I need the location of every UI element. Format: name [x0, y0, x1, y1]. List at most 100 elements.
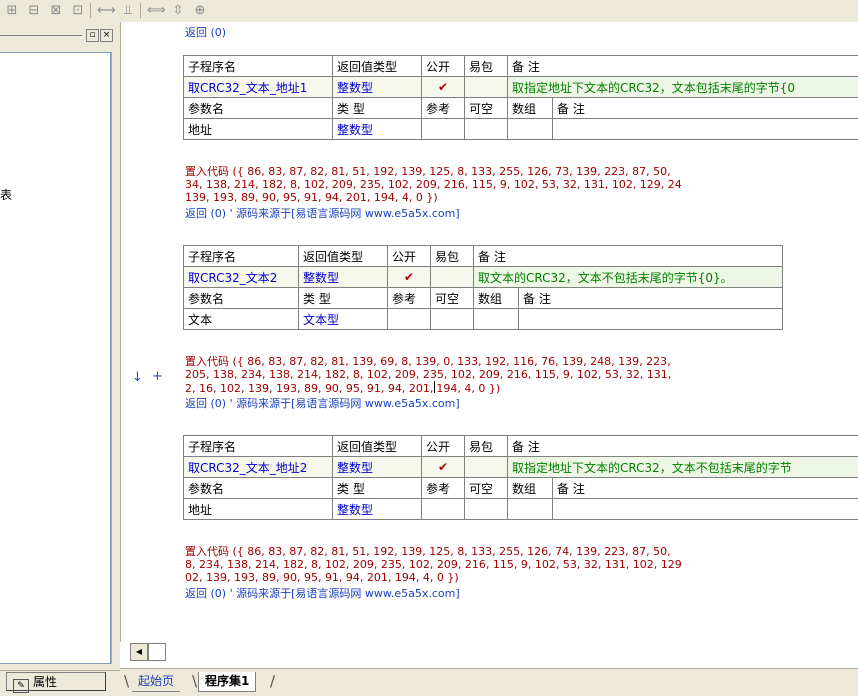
- panel-grip[interactable]: [0, 35, 82, 36]
- param-name-cell[interactable]: 文本: [184, 309, 299, 330]
- restore-icon[interactable]: ▫: [86, 29, 99, 42]
- align-left-icon[interactable]: ⊞: [2, 1, 22, 21]
- code-line[interactable]: 34, 138, 214, 182, 8, 102, 209, 235, 102…: [185, 178, 682, 191]
- code-editor[interactable]: 返回 (0) 子程序名 返回值类型 公开 易包 备 注 取CRC32_文本_地址…: [120, 22, 858, 642]
- note-cell[interactable]: 取指定地址下文本的CRC32，文本不包括末尾的字节: [508, 457, 858, 478]
- col-array: 数组: [508, 478, 553, 499]
- project-tree[interactable]: 表: [0, 52, 111, 664]
- col-ref: 参考: [422, 98, 465, 119]
- col-note: 备 注: [508, 56, 858, 77]
- align-mid-icon[interactable]: ⊡: [68, 1, 88, 21]
- public-check-icon[interactable]: ✔: [422, 457, 465, 478]
- nullable-cell[interactable]: [465, 119, 508, 140]
- subroutine-table[interactable]: 子程序名 返回值类型 公开 易包 备 注 取CRC32_文本2 整数型 ✔ 取文…: [183, 245, 783, 330]
- subroutine-table[interactable]: 子程序名 返回值类型 公开 易包 备 注 取CRC32_文本_地址1 整数型 ✔…: [183, 55, 858, 140]
- col-sub-name: 子程序名: [184, 246, 299, 267]
- code-line[interactable]: 置入代码 ({ 86, 83, 87, 82, 81, 139, 69, 8, …: [185, 355, 671, 368]
- ref-cell[interactable]: [388, 309, 431, 330]
- same-height-icon[interactable]: ⇳: [168, 1, 188, 21]
- array-cell[interactable]: [474, 309, 519, 330]
- col-ref: 参考: [422, 478, 465, 499]
- easy-cell[interactable]: [465, 77, 508, 98]
- public-check-icon[interactable]: ✔: [388, 267, 431, 288]
- properties-label: 属性: [33, 675, 57, 689]
- code-line[interactable]: 置入代码 ({ 86, 83, 87, 82, 81, 51, 192, 139…: [185, 165, 671, 178]
- same-width-icon[interactable]: ⟺: [146, 1, 166, 21]
- code-line[interactable]: 8, 234, 138, 214, 182, 8, 102, 209, 235,…: [185, 558, 682, 571]
- ref-cell[interactable]: [422, 499, 465, 520]
- param-note-cell[interactable]: [519, 309, 783, 330]
- code-fragment: 2, 16, 102, 139, 193, 89, 90, 95, 91, 94…: [185, 382, 433, 395]
- col-public: 公开: [422, 436, 465, 457]
- param-name-cell[interactable]: 地址: [184, 499, 333, 520]
- scroll-left-icon[interactable]: ◀: [130, 643, 148, 661]
- return-statement[interactable]: 返回 (0) ' 源码来源于[易语言源码网 www.e5a5x.com]: [185, 397, 460, 410]
- col-param-note: 备 注: [519, 288, 783, 309]
- same-size-icon[interactable]: ⊕: [190, 1, 210, 21]
- col-ret-type: 返回值类型: [333, 56, 422, 77]
- align-center-icon[interactable]: ⊟: [24, 1, 44, 21]
- ref-cell[interactable]: [422, 119, 465, 140]
- subroutine-table[interactable]: 子程序名 返回值类型 公开 易包 备 注 取CRC32_文本_地址2 整数型 ✔…: [183, 435, 858, 520]
- param-type-cell[interactable]: 文本型: [299, 309, 388, 330]
- param-name-cell[interactable]: 地址: [184, 119, 333, 140]
- code-fragment: 194, 4, 0 }): [436, 382, 500, 395]
- col-param-type: 类 型: [299, 288, 388, 309]
- sub-name-cell[interactable]: 取CRC32_文本_地址2: [184, 457, 333, 478]
- col-param-note: 备 注: [553, 478, 858, 499]
- col-nullable: 可空: [465, 478, 508, 499]
- tab-program-set[interactable]: 程序集1: [198, 672, 256, 692]
- code-line[interactable]: 置入代码 ({ 86, 83, 87, 82, 81, 51, 192, 139…: [185, 545, 671, 558]
- array-cell[interactable]: [508, 499, 553, 520]
- nullable-cell[interactable]: [431, 309, 474, 330]
- col-public: 公开: [388, 246, 431, 267]
- col-param-name: 参数名: [184, 288, 299, 309]
- arrow-down-icon[interactable]: ↓: [132, 370, 143, 385]
- param-note-cell[interactable]: [553, 499, 858, 520]
- tab-edge: \: [124, 672, 132, 691]
- ret-type-cell[interactable]: 整数型: [333, 77, 422, 98]
- public-check-icon[interactable]: ✔: [422, 77, 465, 98]
- tab-start-page[interactable]: 起始页: [132, 672, 180, 692]
- hspace-icon[interactable]: ⟷: [96, 1, 116, 21]
- sub-name-cell[interactable]: 取CRC32_文本_地址1: [184, 77, 333, 98]
- col-ret-type: 返回值类型: [333, 436, 422, 457]
- code-line[interactable]: 205, 138, 234, 138, 214, 182, 8, 102, 20…: [185, 368, 671, 381]
- align-top-icon[interactable]: ⊠: [46, 1, 66, 21]
- col-sub-name: 子程序名: [184, 436, 333, 457]
- col-sub-name: 子程序名: [184, 56, 333, 77]
- properties-tab[interactable]: ✎属性: [6, 672, 106, 691]
- return-statement[interactable]: 返回 (0) ' 源码来源于[易语言源码网 www.e5a5x.com]: [185, 207, 460, 220]
- close-icon[interactable]: ×: [100, 29, 113, 42]
- col-public: 公开: [422, 56, 465, 77]
- return-statement[interactable]: 返回 (0) ' 源码来源于[易语言源码网 www.e5a5x.com]: [185, 587, 460, 600]
- expand-plus-icon[interactable]: +: [152, 369, 163, 384]
- ret-type-cell[interactable]: 整数型: [299, 267, 388, 288]
- param-type-cell[interactable]: 整数型: [333, 499, 422, 520]
- col-param-type: 类 型: [333, 98, 422, 119]
- easy-cell[interactable]: [465, 457, 508, 478]
- ret-type-cell[interactable]: 整数型: [333, 457, 422, 478]
- code-line[interactable]: 139, 193, 89, 90, 95, 91, 94, 201, 194, …: [185, 191, 438, 204]
- document-tabbar: \ 起始页 \ 程序集1 /: [120, 668, 858, 696]
- code-line[interactable]: 02, 139, 193, 89, 90, 95, 91, 94, 201, 1…: [185, 571, 459, 584]
- nullable-cell[interactable]: [465, 499, 508, 520]
- array-cell[interactable]: [508, 119, 553, 140]
- sub-name-cell[interactable]: 取CRC32_文本2: [184, 267, 299, 288]
- col-ret-type: 返回值类型: [299, 246, 388, 267]
- horizontal-scrollbar[interactable]: ◀: [120, 642, 858, 660]
- col-nullable: 可空: [431, 288, 474, 309]
- param-type-cell[interactable]: 整数型: [333, 119, 422, 140]
- scroll-thumb[interactable]: [148, 643, 166, 661]
- tree-item[interactable]: 表: [0, 186, 12, 203]
- note-cell[interactable]: 取文本的CRC32，文本不包括末尾的字节{0}。: [474, 267, 783, 288]
- easy-cell[interactable]: [431, 267, 474, 288]
- code-line[interactable]: 2, 16, 102, 139, 193, 89, 90, 95, 91, 94…: [185, 381, 500, 395]
- return-statement[interactable]: 返回 (0): [185, 26, 226, 39]
- vspace-icon[interactable]: ⫫: [118, 1, 138, 21]
- param-note-cell[interactable]: [553, 119, 858, 140]
- tab-edge: /: [270, 672, 278, 691]
- tree-scrollbar[interactable]: [111, 52, 119, 664]
- col-nullable: 可空: [465, 98, 508, 119]
- note-cell[interactable]: 取指定地址下文本的CRC32，文本包括末尾的字节{0: [508, 77, 858, 98]
